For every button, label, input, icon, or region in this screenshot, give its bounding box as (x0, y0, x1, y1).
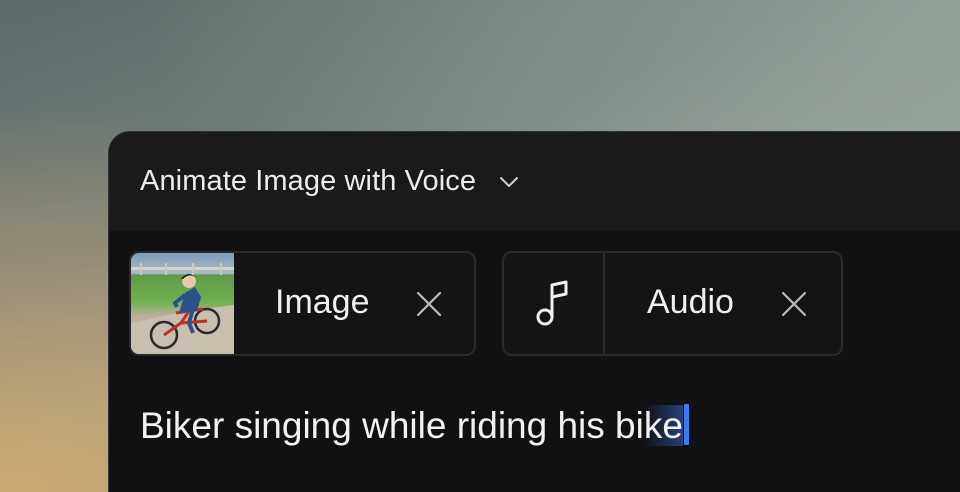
music-note-icon-box (504, 253, 605, 354)
prompt-text: Biker singing while riding his bi (140, 405, 644, 446)
image-thumbnail (131, 253, 234, 354)
prompt-selection: ke (643, 405, 683, 446)
prompt-input[interactable]: Biker singing while riding his bike (140, 404, 689, 447)
audio-input-chip[interactable]: Audio (502, 251, 843, 356)
chevron-down-icon[interactable] (496, 169, 522, 195)
music-note-icon (536, 280, 567, 325)
mode-selector[interactable]: Animate Image with Voice (109, 132, 960, 231)
mode-title: Animate Image with Voice (140, 165, 477, 197)
close-icon[interactable] (780, 290, 808, 318)
generation-panel: Animate Image with Voice Image Audio Bik… (108, 131, 960, 492)
image-input-chip[interactable]: Image (129, 251, 476, 356)
image-chip-label: Image (275, 283, 370, 321)
close-icon[interactable] (415, 290, 443, 318)
audio-chip-label: Audio (647, 283, 734, 321)
text-caret (683, 404, 689, 445)
